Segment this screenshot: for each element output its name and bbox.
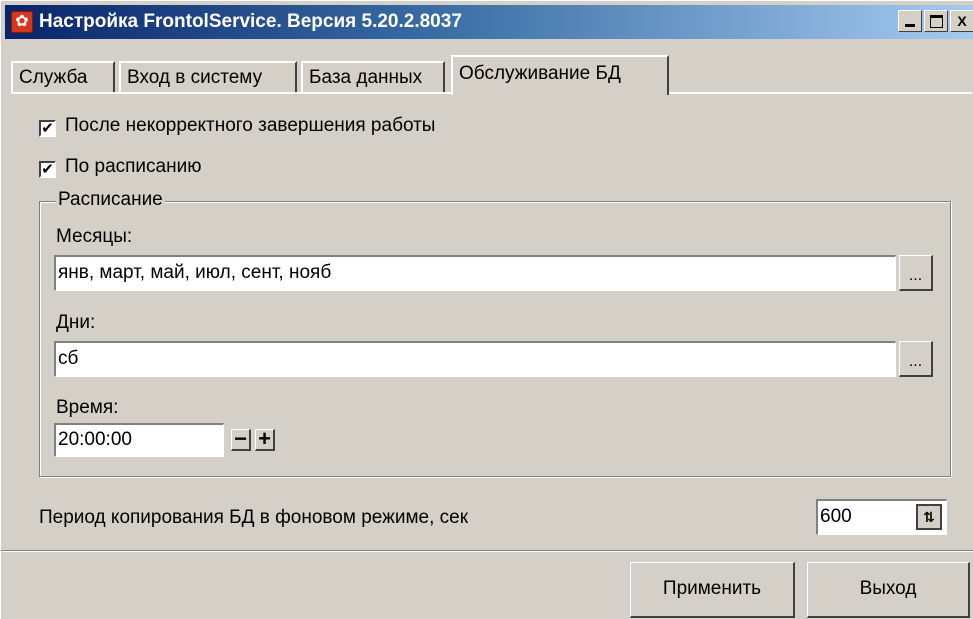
days-field[interactable]: сб — [54, 341, 896, 377]
exit-button[interactable]: Выход — [807, 562, 970, 618]
schedule-legend: Расписание — [56, 189, 165, 211]
tab-login[interactable]: Вход в систему — [119, 61, 297, 93]
minimize-icon — [905, 23, 915, 27]
backup-period-spinner[interactable]: ⇅ — [916, 504, 942, 530]
tab-db-maintenance[interactable]: Обслуживание БД — [451, 55, 669, 95]
title-buttons: X — [898, 10, 973, 32]
settings-window: ✿ Настройка FrontolService. Версия 5.20.… — [0, 0, 973, 619]
days-browse-button[interactable]: ... — [899, 341, 933, 377]
by-schedule-label: По расписанию — [65, 156, 202, 177]
close-icon: X — [957, 13, 967, 29]
backup-period-label: Период копирования БД в фоновом режиме, … — [39, 507, 469, 528]
tab-service[interactable]: Служба — [11, 61, 115, 93]
days-label: Дни: — [56, 312, 96, 333]
maximize-icon — [929, 14, 943, 28]
by-schedule-checkbox[interactable]: ✔ — [39, 161, 56, 178]
tab-database[interactable]: База данных — [301, 61, 445, 93]
months-browse-button[interactable]: ... — [899, 255, 933, 291]
minimize-button[interactable] — [898, 10, 922, 32]
after-crash-label: После некорректного завершения работы — [65, 115, 436, 136]
title-bar[interactable]: ✿ Настройка FrontolService. Версия 5.20.… — [5, 5, 973, 39]
gear-icon: ✿ — [11, 11, 33, 33]
time-field[interactable]: 20:00:00 — [54, 423, 224, 457]
months-label: Месяцы: — [56, 226, 133, 247]
close-button[interactable]: X — [950, 10, 973, 32]
maximize-button[interactable] — [924, 10, 948, 32]
after-crash-checkbox[interactable]: ✔ — [39, 120, 56, 137]
time-minus-button[interactable]: − — [231, 428, 251, 451]
time-label: Время: — [56, 397, 119, 418]
footer-separator — [1, 550, 973, 552]
months-field[interactable]: янв, март, май, июл, сент, нояб — [54, 255, 896, 291]
time-plus-button[interactable]: + — [255, 428, 275, 451]
apply-button[interactable]: Применить — [630, 562, 795, 618]
window-title: Настройка FrontolService. Версия 5.20.2.… — [39, 11, 462, 32]
